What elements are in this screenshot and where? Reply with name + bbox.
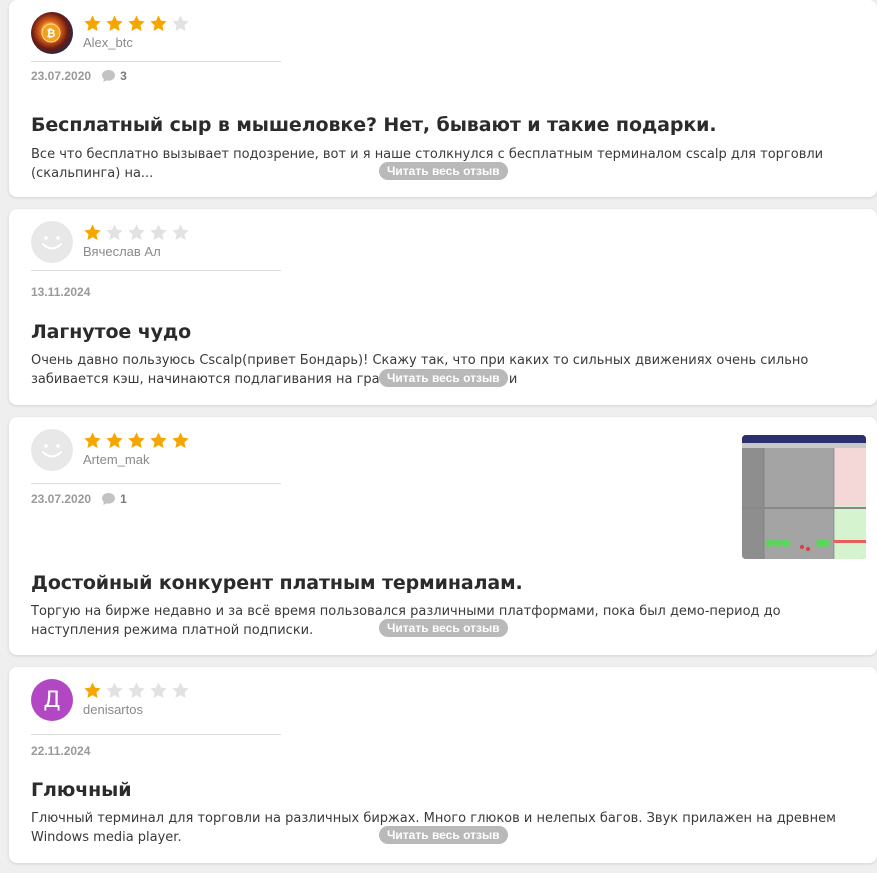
- star-filled-icon: [84, 224, 101, 240]
- star-empty-icon: [150, 682, 167, 698]
- review-meta: 23.07.2020 3: [31, 69, 127, 83]
- star-filled-icon: [128, 432, 145, 448]
- username[interactable]: Artem_mak: [83, 452, 149, 467]
- star-filled-icon: [84, 682, 101, 698]
- review-title[interactable]: Глючный: [31, 779, 132, 801]
- read-more-button[interactable]: Читать весь отзыв: [379, 162, 508, 180]
- review-card: Artem_mak 23.07.2020 1 Достойный конкуре…: [9, 417, 877, 655]
- user-avatar[interactable]: [31, 429, 73, 471]
- review-meta: 13.11.2024: [31, 285, 90, 299]
- star-empty-icon: [106, 224, 123, 240]
- username[interactable]: denisartos: [83, 702, 143, 717]
- star-empty-icon: [128, 224, 145, 240]
- read-more-button[interactable]: Читать весь отзыв: [379, 619, 508, 637]
- star-filled-icon: [84, 432, 101, 448]
- star-filled-icon: [128, 15, 145, 31]
- star-empty-icon: [172, 682, 189, 698]
- comments-count-value: 3: [120, 69, 127, 83]
- comments-count[interactable]: 3: [101, 69, 127, 83]
- divider: [31, 270, 281, 271]
- svg-text:₿: ₿: [47, 27, 56, 40]
- user-avatar[interactable]: [31, 221, 73, 263]
- star-filled-icon: [106, 15, 123, 31]
- review-card: Вячеслав Ал 13.11.2024 Лагнутое чудо Оче…: [9, 209, 877, 405]
- star-filled-icon: [106, 432, 123, 448]
- review-meta: 22.11.2024: [31, 744, 90, 758]
- star-empty-icon: [128, 682, 145, 698]
- rating-stars: [83, 431, 190, 450]
- rating-stars: [83, 14, 190, 33]
- divider: [31, 61, 281, 62]
- comment-icon: [102, 493, 116, 505]
- username[interactable]: Вячеслав Ал: [83, 244, 161, 259]
- star-filled-icon: [150, 15, 167, 31]
- review-title[interactable]: Достойный конкурент платным терминалам.: [31, 572, 523, 594]
- review-date: 23.07.2020: [31, 69, 92, 83]
- review-card: Д denisartos 22.11.2024 Глючный Глючный …: [9, 667, 877, 863]
- divider: [31, 734, 281, 735]
- review-date: 23.07.2020: [31, 492, 92, 506]
- star-empty-icon: [172, 224, 189, 240]
- review-screenshot-thumbnail[interactable]: [742, 435, 866, 559]
- comments-count[interactable]: 1: [101, 492, 127, 506]
- user-avatar[interactable]: ₿: [31, 12, 73, 54]
- comment-icon: [102, 70, 116, 82]
- comments-count-value: 1: [120, 492, 127, 506]
- trading-terminal-screenshot: [742, 435, 866, 559]
- star-empty-icon: [150, 224, 167, 240]
- bitcoin-icon: ₿: [41, 23, 61, 43]
- read-more-button[interactable]: Читать весь отзыв: [379, 826, 508, 844]
- username[interactable]: Alex_btc: [83, 35, 133, 50]
- star-filled-icon: [150, 432, 167, 448]
- divider: [31, 483, 281, 484]
- review-title[interactable]: Бесплатный сыр в мышеловке? Нет, бывают …: [31, 114, 717, 136]
- smiley-icon: [42, 236, 62, 250]
- smiley-icon: [42, 444, 62, 458]
- star-filled-icon: [172, 432, 189, 448]
- rating-stars: [83, 681, 190, 700]
- user-avatar[interactable]: Д: [31, 679, 73, 721]
- review-date: 22.11.2024: [31, 744, 91, 758]
- review-date: 13.11.2024: [31, 285, 91, 299]
- star-empty-icon: [172, 15, 189, 31]
- review-card: ₿ Alex_btc 23.07.2020 3 Бесплатный сыр в…: [9, 0, 877, 197]
- review-title[interactable]: Лагнутое чудо: [31, 321, 191, 343]
- avatar-letter: Д: [43, 687, 61, 713]
- review-meta: 23.07.2020 1: [31, 492, 127, 506]
- star-filled-icon: [84, 15, 101, 31]
- rating-stars: [83, 223, 190, 242]
- read-more-button[interactable]: Читать весь отзыв: [379, 369, 508, 387]
- star-empty-icon: [106, 682, 123, 698]
